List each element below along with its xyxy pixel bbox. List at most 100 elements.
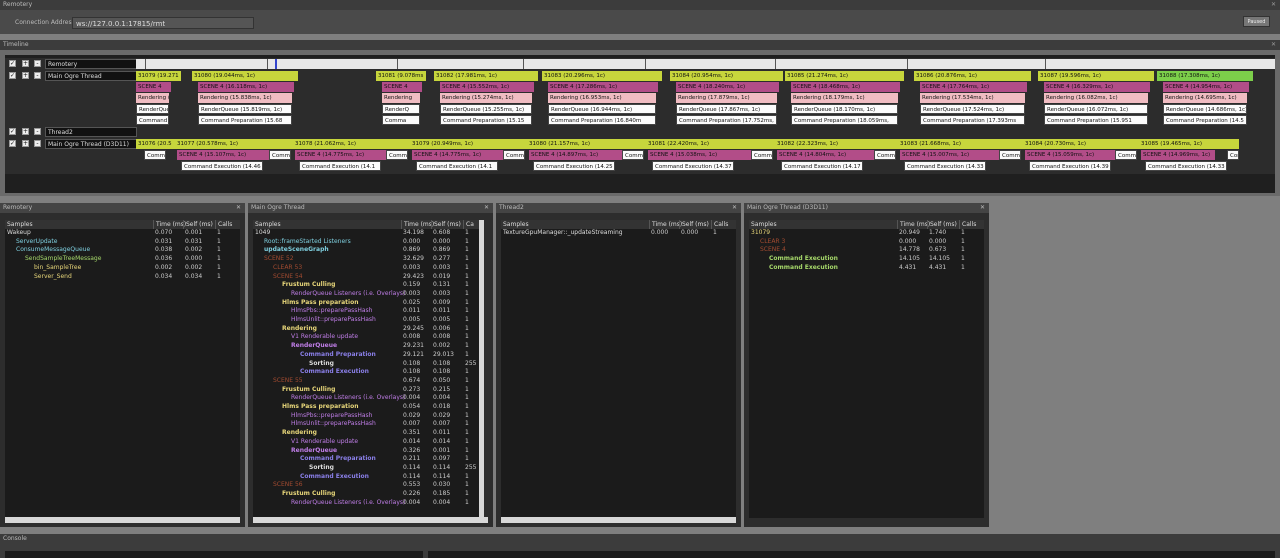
column-header[interactable]: Self (ms) — [679, 220, 709, 229]
table-row[interactable]: Wakeup 0.070 0.001 1 — [5, 229, 240, 238]
table-row[interactable]: 31079 20.949 1.740 1 — [749, 229, 984, 238]
renderqueue-block[interactable]: RenderQueue (15.819ms, 1c) — [198, 104, 292, 114]
table-row[interactable]: HlmsPbs::preparePassHash 0.011 0.011 1 — [253, 307, 479, 316]
column-header[interactable]: Ca — [463, 220, 474, 229]
scene-block[interactable]: SCENE 4 (14.954ms, 1c) — [1163, 82, 1249, 92]
command-block[interactable]: Comm — [144, 150, 166, 160]
command-block[interactable]: Comm — [622, 150, 644, 160]
connection-address-input[interactable]: ws://127.0.0.1:17815/rmt — [72, 17, 254, 29]
command-block[interactable]: Comm — [386, 150, 408, 160]
command-block[interactable]: Command Preparation (16.840m — [548, 115, 656, 125]
horizontal-scrollbar[interactable] — [5, 517, 240, 523]
command-block[interactable]: Comm — [751, 150, 773, 160]
table-row[interactable]: Sorting 0.114 0.114 255 — [253, 464, 479, 473]
timeline-area[interactable]: ✓ + - Remotery ✓ + - Main Ogre Thread 31… — [5, 55, 1275, 193]
table-row[interactable]: HlmsUnlit::preparePassHash 0.005 0.005 1 — [253, 316, 479, 325]
close-icon[interactable]: ✕ — [1271, 40, 1276, 50]
column-header[interactable]: Time (ms) — [401, 220, 434, 229]
checkbox[interactable]: ✓ — [9, 128, 16, 135]
table-row[interactable]: RenderQueue Listeners (i.e. Overlays) 0.0… — [253, 290, 479, 299]
checkbox[interactable]: ✓ — [9, 72, 16, 79]
table-row[interactable]: TextureGpuManager::_updateStreaming 0.000… — [501, 229, 736, 238]
command-block[interactable]: Command P — [136, 115, 169, 125]
renderqueue-block[interactable]: RenderQueue (15.255ms, 1c) — [440, 104, 532, 114]
frame-block[interactable]: 31078 (21.062ms, 1c) — [293, 139, 410, 149]
table-row[interactable]: Sorting 0.108 0.108 255 — [253, 360, 479, 369]
column-header[interactable]: Self (ms) — [431, 220, 461, 229]
frame-block[interactable]: 31077 (20.578ms, 1c) — [175, 139, 293, 149]
table-row[interactable]: RenderQueue Listeners (i.e. Overlays) 0.0… — [253, 499, 479, 508]
table-row[interactable]: Frustum Culling 0.159 0.131 1 — [253, 281, 479, 290]
frame-block[interactable]: 31084 (20.954ms, 1c) — [670, 71, 783, 81]
rendering-block[interactable]: Rendering ( — [136, 93, 169, 103]
expand-icon[interactable]: + — [22, 140, 29, 147]
command-execution-block[interactable]: Command Execution (14.33 — [1145, 161, 1227, 171]
column-header[interactable]: Samples — [253, 220, 281, 229]
renderqueue-block[interactable]: RenderQ — [382, 104, 420, 114]
frame-block[interactable]: 31080 (19.044ms, 1c) — [192, 71, 298, 81]
command-block[interactable]: Command Preparation (18.059ms, — [791, 115, 898, 125]
renderqueue-block[interactable]: RenderQueue (17.867ms, 1c) — [676, 104, 777, 114]
command-block[interactable]: Command Preparation (15.951 — [1044, 115, 1148, 125]
frame-block[interactable]: 31084 (20.730ms, 1c) — [1023, 139, 1139, 149]
table-row[interactable]: V1 Renderable update 0.014 0.014 1 — [253, 438, 479, 447]
scene-block[interactable]: SCENE 4 (17.286ms, 1c) — [548, 82, 658, 92]
column-header[interactable]: Samples — [501, 220, 529, 229]
rendering-block[interactable]: Rendering (15.838ms, 1c) — [198, 93, 292, 103]
table-row[interactable]: ConsumeMessageQueue 0.038 0.002 1 — [5, 246, 240, 255]
scene-block[interactable]: SCENE 4 (15.552ms, 1c) — [440, 82, 534, 92]
renderqueue-block[interactable]: RenderQueue (16.944ms, 1c) — [548, 104, 656, 114]
table-row[interactable]: V1 Renderable update 0.008 0.008 1 — [253, 333, 479, 342]
table-row[interactable]: SCENE 55 0.674 0.050 1 — [253, 377, 479, 386]
scene-block[interactable]: SCENE 4 (15.038ms, 1c) — [648, 150, 751, 160]
close-icon[interactable]: ✕ — [732, 203, 737, 213]
command-block[interactable]: Comm — [503, 150, 525, 160]
vertical-scrollbar[interactable] — [479, 220, 484, 518]
scene-block[interactable]: SCENE 4 (15.059ms, 1c) — [1025, 150, 1115, 160]
column-header[interactable]: Time (ms) — [153, 220, 186, 229]
column-header[interactable]: Calls — [959, 220, 976, 229]
collapse-icon[interactable]: - — [34, 140, 41, 147]
rendering-block[interactable]: Rendering (17.534ms, 1c) — [920, 93, 1025, 103]
scene-block[interactable]: SCENE 4 (18.240ms, 1c) — [676, 82, 779, 92]
table-row[interactable]: Command Preparation 0.211 0.097 1 — [253, 455, 479, 464]
frame-block[interactable]: 31076 (20.5 — [136, 139, 175, 149]
command-block[interactable]: Command Preparation (15.68 — [198, 115, 292, 125]
scene-block[interactable]: SCENE 4 (15.107ms, 1c) — [177, 150, 269, 160]
command-block[interactable]: Command Preparation (17.752ms, — [676, 115, 777, 125]
table-row[interactable]: Command Execution 14.105 14.105 1 — [749, 255, 984, 264]
table-row[interactable]: Hlms Pass preparation 0.025 0.009 1 — [253, 299, 479, 308]
table-row[interactable]: SCENE 4 14.778 0.673 1 — [749, 246, 984, 255]
scene-block[interactable]: SCENE 4 — [382, 82, 422, 92]
column-header[interactable]: Samples — [749, 220, 777, 229]
frame-block[interactable]: 31081 (22.420ms, 1c) — [646, 139, 775, 149]
command-block[interactable]: Comm — [999, 150, 1021, 160]
horizontal-scrollbar[interactable] — [253, 517, 488, 523]
rendering-block[interactable]: Rendering (14.695ms, 1c) — [1163, 93, 1247, 103]
command-execution-block[interactable]: Command Execution (14.33 — [904, 161, 986, 171]
column-header[interactable]: Calls — [215, 220, 232, 229]
table-row[interactable]: Rendering 0.351 0.011 1 — [253, 429, 479, 438]
column-header[interactable]: Samples — [5, 220, 33, 229]
table-row[interactable]: HlmsPbs::preparePassHash 0.029 0.029 1 — [253, 412, 479, 421]
frame-block[interactable]: 31081 (9.078ms — [376, 71, 426, 81]
renderqueue-block[interactable]: RenderQueue (17.524ms, 1c) — [920, 104, 1025, 114]
table-row[interactable]: RenderQueue 29.231 0.002 1 — [253, 342, 479, 351]
rendering-block[interactable]: Rendering (17.879ms, 1c) — [676, 93, 777, 103]
frame-block[interactable]: 31082 (22.323ms, 1c) — [775, 139, 898, 149]
table-row[interactable]: Rendering 29.245 0.006 1 — [253, 325, 479, 334]
column-header[interactable]: Self (ms) — [927, 220, 957, 229]
table-row[interactable]: SCENE 54 29.423 0.019 1 — [253, 273, 479, 282]
command-execution-block[interactable]: Command Execution (14.1 — [416, 161, 498, 171]
command-block[interactable]: Comm — [874, 150, 896, 160]
command-block[interactable]: Comma — [382, 115, 420, 125]
table-row[interactable]: updateSceneGraph 0.869 0.869 1 — [253, 246, 479, 255]
command-block[interactable]: Command Preparation (14.5 — [1163, 115, 1247, 125]
renderqueue-block[interactable]: RenderQueue (16.072ms, 1c) — [1044, 104, 1148, 114]
rendering-block[interactable]: Rendering — [382, 93, 420, 103]
table-row[interactable]: Root::frameStarted Listeners 0.000 0.000 1 — [253, 238, 479, 247]
expand-icon[interactable]: + — [22, 128, 29, 135]
rendering-block[interactable]: Rendering (16.953ms, 1c) — [548, 93, 656, 103]
rendering-block[interactable]: Rendering (16.082ms, 1c) — [1044, 93, 1148, 103]
column-header[interactable]: Time (ms) — [649, 220, 682, 229]
